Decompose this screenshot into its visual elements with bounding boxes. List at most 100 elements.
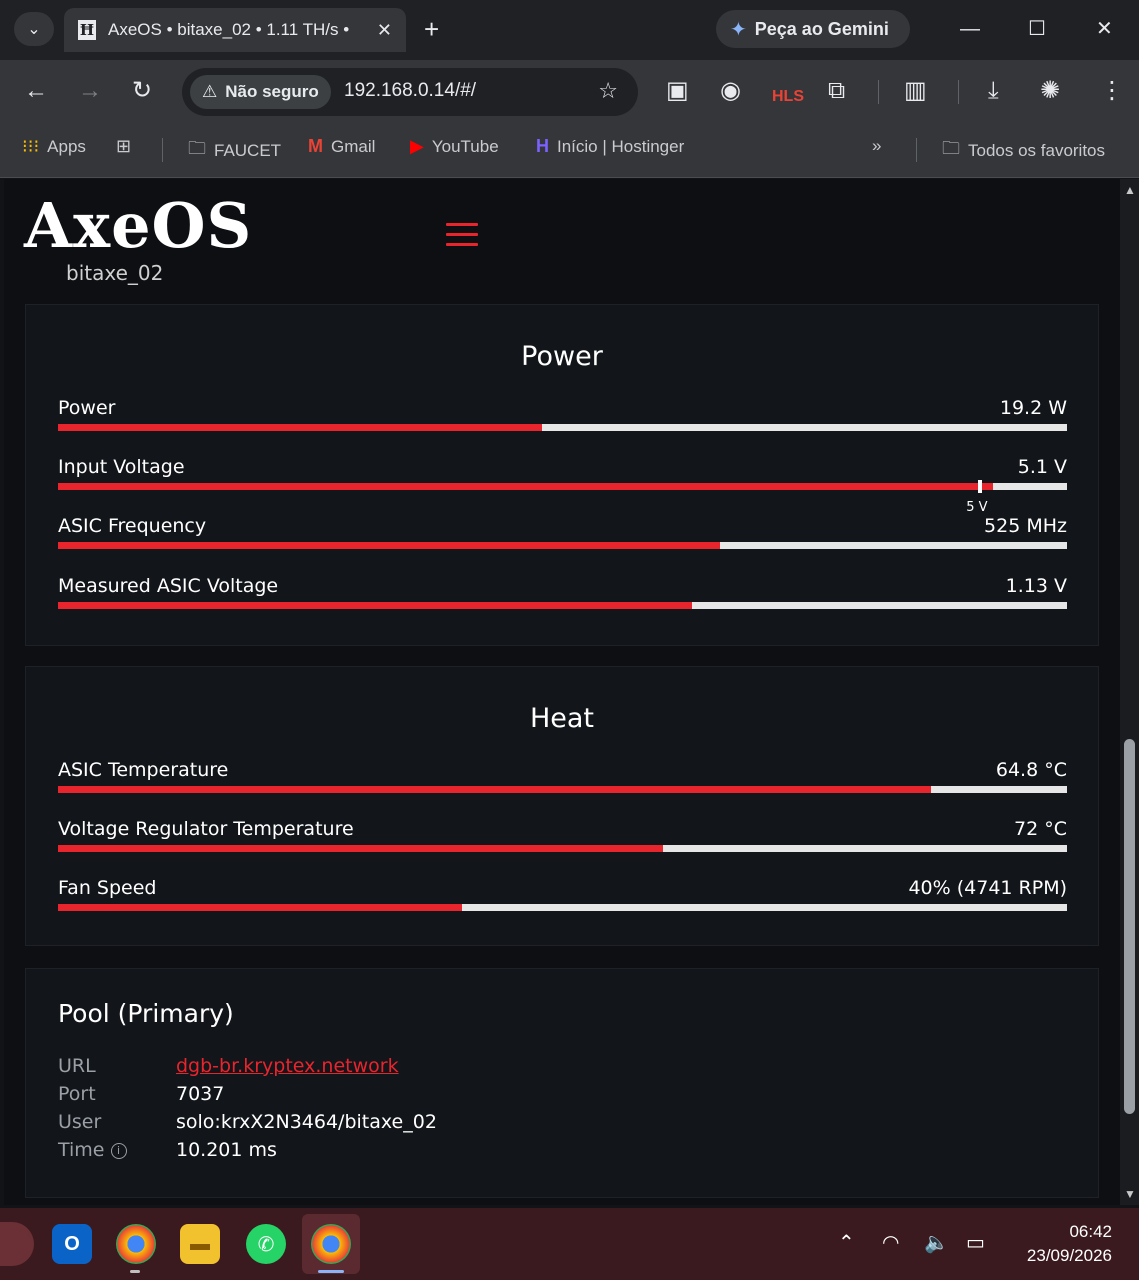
active-indicator: [318, 1270, 344, 1273]
volume-icon[interactable]: 🔈: [924, 1230, 949, 1255]
scroll-thumb[interactable]: [1124, 739, 1135, 1114]
metric-value: 19.2 W: [999, 397, 1067, 419]
bookmark-divider: [916, 138, 917, 162]
minimize-button[interactable]: —: [960, 14, 980, 44]
whatsapp-icon[interactable]: ✆: [246, 1224, 286, 1264]
hamburger-menu-icon[interactable]: [446, 223, 478, 247]
progress-fill: [58, 542, 720, 549]
progress-fill: [58, 845, 664, 852]
threshold-marker: [978, 480, 983, 493]
gemini-label: Peça ao Gemini: [754, 18, 889, 39]
security-chip[interactable]: ⚠ Não seguro: [190, 75, 331, 109]
download-icon[interactable]: ⤓: [988, 76, 999, 106]
progress-bar: [58, 786, 1067, 793]
pool-card: Pool (Primary) URL dgb-br.kryptex.networ…: [25, 968, 1099, 1198]
progress-fill: [58, 483, 994, 490]
bookmark-label: Apps: [47, 136, 86, 156]
tab-search-button[interactable]: ⌄: [14, 12, 54, 46]
bookmark-label: YouTube: [431, 136, 499, 156]
widgets-button[interactable]: [0, 1222, 34, 1266]
heat-card-title: Heat: [529, 703, 595, 734]
chrome-icon[interactable]: [116, 1224, 156, 1264]
metric-label: Measured ASIC Voltage: [58, 575, 279, 597]
info-icon[interactable]: i: [110, 1143, 127, 1159]
bookmark-hostinger[interactable]: H Início | Hostinger: [536, 136, 684, 157]
progress-bar: [58, 542, 1067, 549]
running-indicator: [130, 1270, 140, 1273]
metric-value: 5.1 V: [1017, 456, 1067, 478]
reload-button[interactable]: ↻: [132, 76, 152, 106]
metric-label: Fan Speed: [58, 877, 157, 899]
device-hostname: bitaxe_02: [66, 261, 164, 285]
close-window-button[interactable]: ✕: [1096, 14, 1113, 44]
bookmarks-bar: ⁝⁝⁝ Apps ⊞ 🗀 FAUCET M Gmail ▶ YouTube H …: [0, 122, 1139, 178]
hls-extension-icon[interactable]: HLS: [772, 82, 804, 112]
pool-url-link[interactable]: dgb-br.kryptex.network: [176, 1055, 399, 1077]
apps-grid-icon: ⁝⁝⁝: [22, 136, 40, 156]
toolbar-divider: [958, 80, 959, 104]
battery-icon[interactable]: ▭: [966, 1230, 985, 1255]
scroll-up-arrow-icon[interactable]: ▲: [1124, 183, 1136, 197]
maximize-button[interactable]: ☐: [1028, 14, 1046, 44]
url-text[interactable]: 192.168.0.14/#/: [344, 80, 476, 102]
bookmark-grid[interactable]: ⊞: [116, 136, 139, 157]
progress-bar: [58, 480, 1067, 493]
profile-avatar-icon[interactable]: ✺: [1040, 76, 1060, 106]
scroll-down-arrow-icon[interactable]: ▼: [1124, 1187, 1136, 1201]
bookmark-label: Início | Hostinger: [557, 136, 685, 156]
bookmark-apps[interactable]: ⁝⁝⁝ Apps: [22, 136, 86, 157]
clock-time[interactable]: 06:42: [1069, 1222, 1112, 1242]
progress-fill: [58, 424, 543, 431]
pool-port-row: Port 7037: [58, 1083, 958, 1111]
file-explorer-icon[interactable]: ▬: [180, 1224, 220, 1264]
youtube-icon: ▶: [410, 136, 424, 156]
back-button[interactable]: ←: [24, 76, 48, 106]
pool-user-row: User solo:krxX2N3464/bitaxe_02: [58, 1111, 958, 1139]
progress-bar: [58, 904, 1067, 911]
address-bar[interactable]: ⚠ Não seguro 192.168.0.14/#/ ☆: [182, 68, 638, 116]
more-bookmarks-button[interactable]: »: [872, 136, 881, 156]
metric-label: ASIC Temperature: [58, 759, 229, 781]
wifi-icon[interactable]: ◠: [882, 1230, 899, 1255]
outlook-icon[interactable]: O: [52, 1224, 92, 1264]
reading-mode-icon[interactable]: ▥: [904, 76, 927, 106]
gemini-button[interactable]: ✦ Peça ao Gemini: [716, 10, 910, 48]
progress-fill: [58, 786, 931, 793]
security-label: Não seguro: [225, 82, 319, 101]
app-header: AxeOS bitaxe_02: [4, 179, 1120, 301]
all-bookmarks-folder[interactable]: 🗀 Todos os favoritos: [942, 136, 1105, 166]
extensions-puzzle-icon[interactable]: ⧉: [828, 76, 845, 106]
bookmark-gmail[interactable]: M Gmail: [308, 136, 375, 157]
metric-value: 1.13 V: [1005, 575, 1067, 597]
gemini-sparkle-icon: ✦: [730, 18, 747, 41]
clock-date[interactable]: 23/09/2026: [1027, 1246, 1112, 1266]
bookmark-youtube[interactable]: ▶ YouTube: [410, 136, 499, 157]
forward-button[interactable]: →: [78, 76, 102, 106]
page-viewport: AxeOS bitaxe_02 Power Power 19.2 W Input…: [4, 179, 1120, 1205]
threshold-marker-label: 5 V: [966, 500, 988, 515]
bookmark-label: Todos os favoritos: [968, 141, 1106, 160]
extension-swirl-icon[interactable]: ◉: [720, 76, 741, 106]
extension-game-icon[interactable]: ▣: [666, 76, 689, 106]
browser-toolbar: ← → ↻ ⚠ Não seguro 192.168.0.14/#/ ☆ ▣ ◉…: [0, 60, 1139, 122]
folder-icon: 🗀: [188, 138, 206, 158]
bookmark-star-icon[interactable]: ☆: [598, 78, 618, 104]
bookmark-divider: [162, 138, 163, 162]
new-tab-button[interactable]: +: [424, 14, 439, 44]
metric-label: Voltage Regulator Temperature: [58, 818, 354, 840]
show-hidden-icons-chevron-icon[interactable]: ⌃: [838, 1230, 855, 1255]
pool-user-value: solo:krxX2N3464/bitaxe_02: [176, 1111, 437, 1133]
pool-url-label: URL: [58, 1055, 96, 1077]
chrome-profile-icon[interactable]: [311, 1224, 351, 1264]
pool-url-row: URL dgb-br.kryptex.network: [58, 1055, 958, 1083]
tab-strip: ⌄ Ħ AxeOS • bitaxe_02 • 1.11 TH/s • ✕ + …: [0, 0, 1139, 60]
power-card: Power Power 19.2 W Input Voltage 5.1 V 5…: [25, 304, 1099, 646]
progress-fill: [58, 904, 462, 911]
page-scrollbar[interactable]: ▲ ▼: [1120, 179, 1139, 1205]
warning-icon: ⚠: [202, 82, 218, 101]
menu-kebab-icon[interactable]: ⋮: [1100, 76, 1124, 106]
toolbar-divider: [878, 80, 879, 104]
active-tab[interactable]: Ħ AxeOS • bitaxe_02 • 1.11 TH/s • ✕: [64, 8, 406, 52]
close-tab-icon[interactable]: ✕: [377, 20, 392, 41]
bookmark-faucet[interactable]: 🗀 FAUCET: [188, 136, 281, 166]
